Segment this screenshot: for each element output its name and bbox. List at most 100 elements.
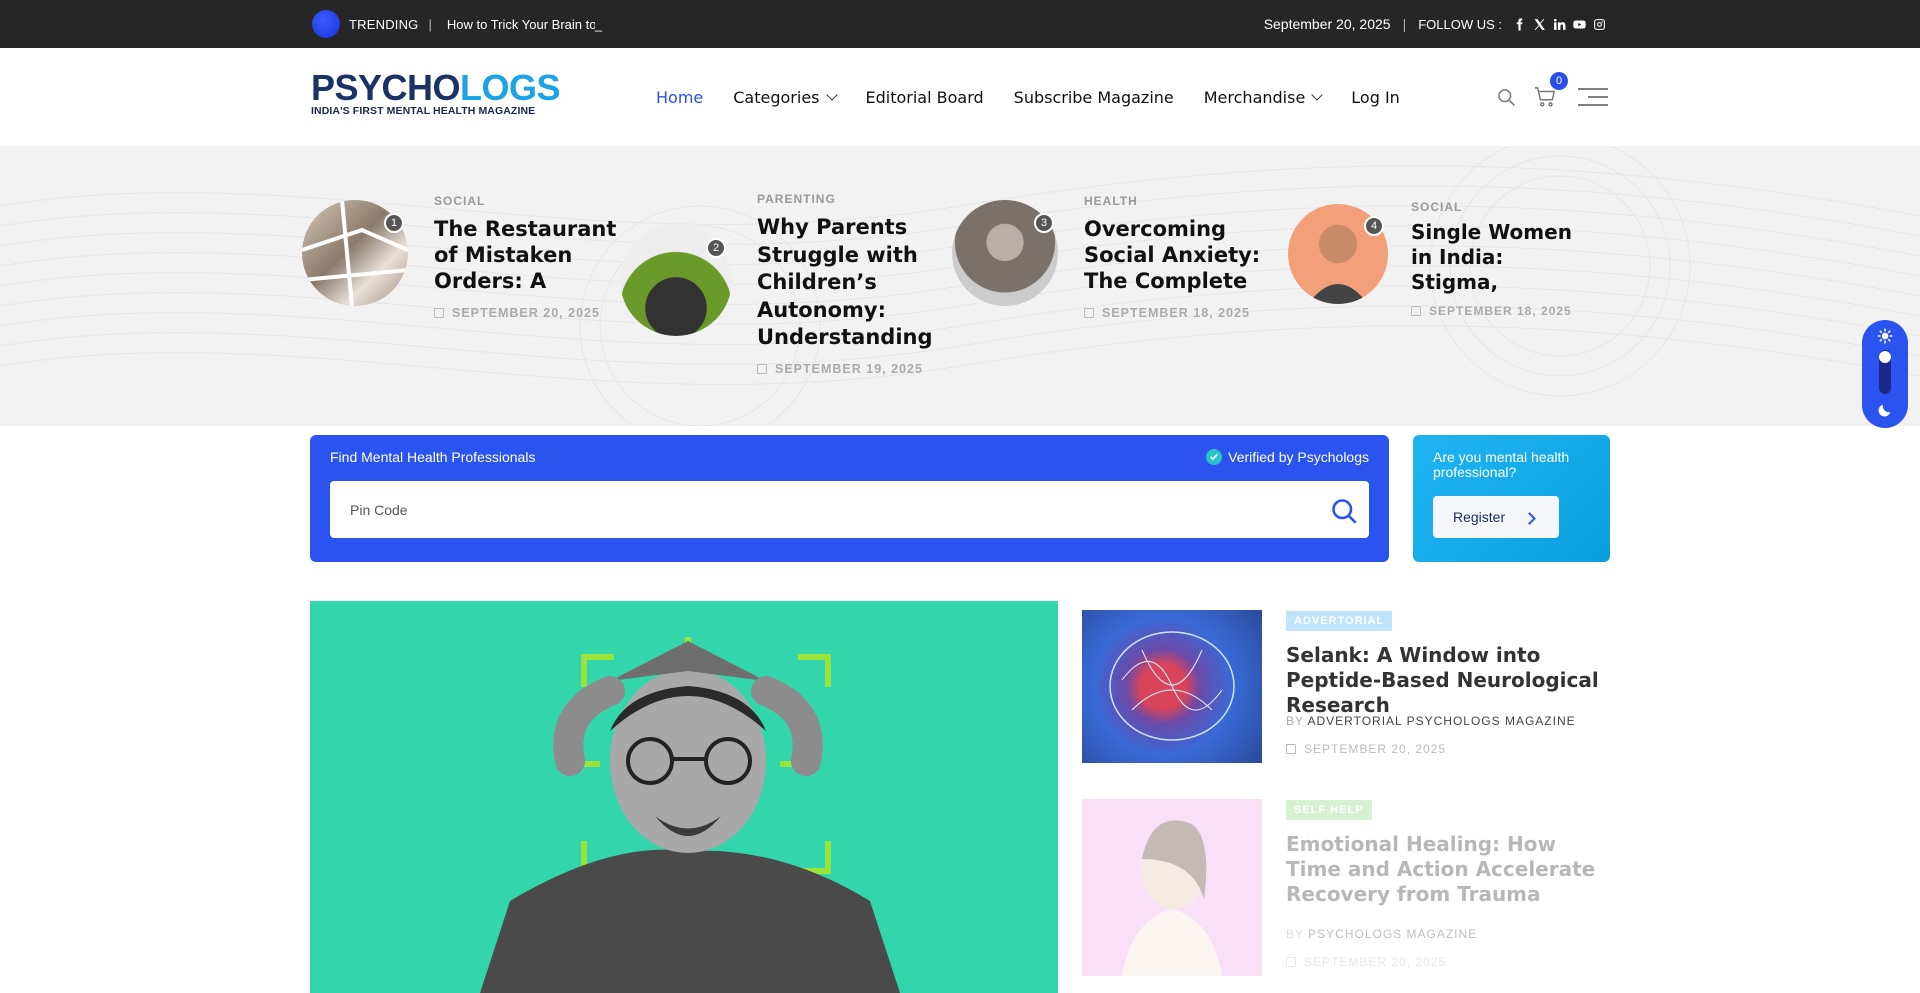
side-article-1-badge: ADVERTORIAL (1286, 611, 1393, 631)
nav-subscribe-magazine[interactable]: Subscribe Magazine (1014, 88, 1174, 107)
side-article-1-date-text: SEPTEMBER 20, 2025 (1304, 742, 1447, 756)
featured-title-3: Overcoming Social Anxiety: The Complete … (1084, 217, 1261, 293)
byline-prefix: BY (1286, 927, 1304, 941)
theme-toggle[interactable] (1862, 320, 1908, 428)
featured-category-2: PARENTING (757, 192, 836, 206)
cart-count-badge: 0 (1550, 72, 1568, 90)
side-article-2-byline: BY PSYCHOLOGS MAGAZINE (1286, 927, 1477, 941)
featured-date-2: SEPTEMBER 19, 2025 (757, 362, 923, 376)
verified-text: Verified by Psychologs (1228, 449, 1369, 465)
featured-category-4: SOCIAL (1411, 200, 1463, 214)
featured-date-4-text: SEPTEMBER 18, 2025 (1429, 304, 1572, 318)
register-question: Are you mental health professional? (1433, 449, 1570, 480)
trending-headline-link[interactable]: How to Trick Your Brain to Study (447, 17, 595, 32)
side-article-1-byline: BY ADVERTORIAL PSYCHOLOGS MAGAZINE (1286, 714, 1576, 728)
side-article-1[interactable]: ADVERTORIAL Selank: A Window into Peptid… (1082, 610, 1610, 770)
find-professionals-title: Find Mental Health Professionals (330, 449, 536, 465)
nav-log-in[interactable]: Log In (1351, 88, 1400, 107)
logo-text-psycho: PSYCHO (311, 67, 461, 108)
calendar-icon (1286, 744, 1296, 754)
nav-merchandise[interactable]: Merchandise (1203, 87, 1323, 107)
search-icon[interactable] (1496, 87, 1516, 107)
register-button-label: Register (1453, 509, 1506, 525)
site-logo[interactable]: PSYCHOLOGS INDIA'S FIRST MENTAL HEALTH M… (311, 70, 561, 118)
side-article-2-date: SEPTEMBER 20, 2025 (1286, 955, 1446, 969)
featured-card-2[interactable]: 2 PARENTING Why Parents Struggle with Ch… (620, 192, 940, 400)
calendar-icon (1286, 957, 1296, 967)
side-article-2-date-text: SEPTEMBER 20, 2025 (1304, 955, 1447, 969)
featured-rank-3: 3 (1034, 213, 1054, 233)
moon-icon (1878, 404, 1891, 417)
side-article-2-thumbnail (1082, 799, 1262, 976)
chevron-right-icon (1523, 511, 1537, 525)
verified-badge: Verified by Psychologs (1206, 449, 1369, 465)
check-icon (1206, 449, 1223, 465)
youtube-icon[interactable] (1570, 15, 1588, 33)
nav-editorial-board-label: Editorial Board (865, 87, 984, 107)
side-article-1-thumbnail (1082, 610, 1262, 763)
featured-date-3: SEPTEMBER 18, 2025 (1084, 306, 1250, 320)
featured-date-1: SEPTEMBER 20, 2025 (434, 306, 600, 320)
register-panel: Are you mental health professional? Regi… (1413, 435, 1610, 562)
nav-editorial-board[interactable]: Editorial Board (866, 88, 984, 107)
follow-us-label: FOLLOW US : (1418, 16, 1502, 32)
hero-illustration (480, 637, 900, 993)
chevron-down-icon (1311, 89, 1323, 101)
side-article-2[interactable]: SELF HELP Emotional Healing: How Time an… (1082, 799, 1610, 993)
hamburger-menu-icon[interactable] (1578, 87, 1608, 107)
side-article-1-title: Selank: A Window into Peptide-Based Neur… (1286, 643, 1599, 717)
nav-subscribe-magazine-label: Subscribe Magazine (1013, 87, 1174, 107)
nav-merchandise-label: Merchandise (1203, 87, 1306, 107)
ticker-cursor: _ (594, 16, 603, 32)
featured-title-4: Single Women in India: Stigma, Mental He… (1411, 220, 1578, 296)
side-article-2-title: Emotional Healing: How Time and Action A… (1286, 832, 1596, 906)
facebook-icon[interactable] (1510, 15, 1528, 33)
side-article-1-date: SEPTEMBER 20, 2025 (1286, 742, 1446, 756)
nav-categories-label: Categories (733, 87, 820, 107)
featured-rank-1: 1 (384, 213, 404, 233)
date-separator: | (1402, 16, 1407, 32)
calendar-icon (757, 364, 767, 374)
cart-icon[interactable]: 0 (1534, 72, 1568, 108)
nav-home[interactable]: Home (656, 88, 703, 107)
logo-text-logs: LOGS (460, 67, 561, 108)
sun-icon (1877, 328, 1893, 344)
calendar-icon (1411, 306, 1421, 316)
trending-dot-icon (312, 10, 340, 38)
featured-strip: 1 SOCIAL The Restaurant of Mistaken Orde… (0, 146, 1920, 426)
side-article-2-badge: SELF HELP (1286, 800, 1372, 820)
theme-toggle-knob (1879, 351, 1891, 363)
featured-rank-2: 2 (706, 238, 726, 258)
search-icon[interactable] (1329, 496, 1359, 526)
featured-rank-4: 4 (1364, 216, 1384, 236)
featured-category-3: HEALTH (1084, 194, 1138, 208)
trending-label: TRENDING (349, 16, 419, 32)
top-bar: TRENDING | How to Trick Your Brain to St… (0, 0, 1920, 48)
featured-card-4[interactable]: 4 SOCIAL Single Women in India: Stigma, … (1288, 200, 1610, 344)
logo-tagline: INDIA'S FIRST MENTAL HEALTH MAGAZINE (311, 105, 536, 117)
featured-title-1: The Restaurant of Mistaken Orders: A Dem… (434, 217, 617, 293)
trending-separator: | (428, 16, 432, 32)
pin-code-input[interactable] (330, 481, 1369, 538)
calendar-icon (1084, 308, 1094, 318)
linkedin-icon[interactable] (1550, 15, 1568, 33)
featured-card-3[interactable]: 3 HEALTH Overcoming Social Anxiety: The … (952, 194, 1292, 340)
site-header: PSYCHOLOGS INDIA'S FIRST MENTAL HEALTH M… (0, 48, 1920, 146)
side-article-2-author: PSYCHOLOGS MAGAZINE (1308, 927, 1478, 941)
featured-date-4: SEPTEMBER 18, 2025 (1411, 304, 1572, 318)
instagram-icon[interactable] (1590, 15, 1608, 33)
featured-title-2: Why Parents Struggle with Children’s Aut… (757, 215, 932, 349)
nav-home-label: Home (656, 87, 704, 107)
featured-date-1-text: SEPTEMBER 20, 2025 (452, 306, 600, 320)
x-icon[interactable] (1530, 15, 1548, 33)
nav-categories[interactable]: Categories (733, 87, 838, 107)
calendar-icon (434, 308, 444, 318)
register-button[interactable]: Register (1433, 496, 1559, 538)
featured-category-1: SOCIAL (434, 194, 486, 208)
featured-card-1[interactable]: 1 SOCIAL The Restaurant of Mistaken Orde… (302, 194, 642, 340)
find-professionals-panel: Find Mental Health Professionals Verifie… (310, 435, 1389, 562)
byline-prefix: BY (1286, 714, 1304, 728)
hero-article-image[interactable] (310, 601, 1058, 993)
chevron-down-icon (825, 89, 838, 101)
featured-date-2-text: SEPTEMBER 19, 2025 (775, 362, 923, 376)
